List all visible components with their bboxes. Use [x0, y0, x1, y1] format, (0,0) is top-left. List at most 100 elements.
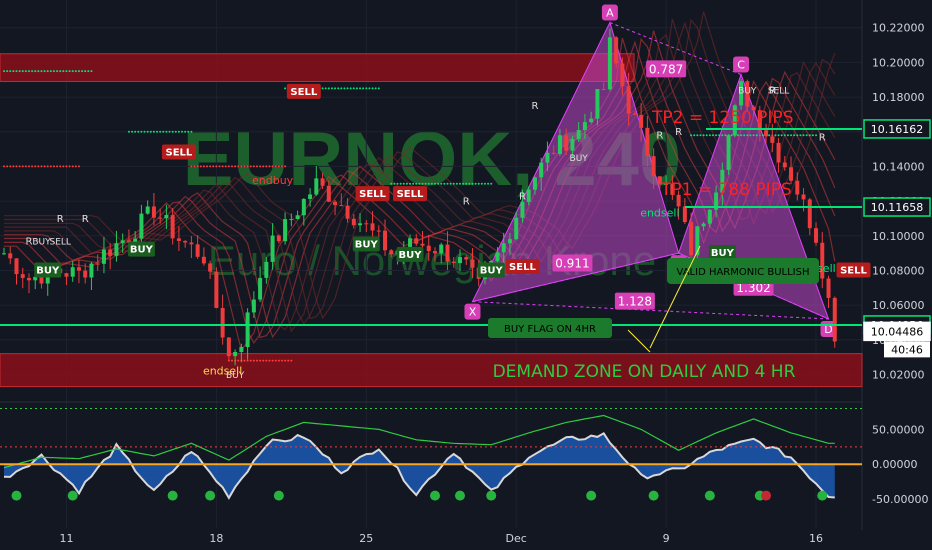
- ratio-label: 0.787: [649, 62, 683, 76]
- price-tick: 10.22000: [872, 22, 925, 35]
- minor-signal-label: BUY: [32, 237, 51, 247]
- stop-dot: [196, 165, 199, 168]
- stop-dot: [243, 359, 246, 362]
- stop-dot: [490, 182, 493, 185]
- candle-body: [233, 351, 238, 357]
- candle-body: [601, 89, 606, 91]
- stop-dot: [274, 359, 277, 362]
- point-c-label: C: [737, 59, 745, 72]
- stop-dot: [277, 165, 280, 168]
- stop-dot: [162, 130, 165, 133]
- stop-dot: [362, 87, 365, 90]
- candle-body: [682, 206, 687, 223]
- stop-dot: [12, 70, 15, 73]
- candle-body: [345, 205, 350, 219]
- stop-dot: [780, 134, 783, 137]
- stop-dot: [699, 134, 702, 137]
- stop-dot: [705, 134, 708, 137]
- stop-dot: [31, 70, 34, 73]
- candle-body: [264, 261, 269, 278]
- candle-body: [470, 259, 475, 268]
- eurnok-4h-chart[interactable]: EURNOK, 240 Euro / Norwegian Krone DEMAN…: [0, 0, 932, 550]
- candle-body: [276, 235, 281, 242]
- stop-dot: [77, 70, 80, 73]
- stop-dot: [81, 70, 84, 73]
- stop-dot: [46, 165, 49, 168]
- r-marker: R: [26, 236, 33, 247]
- stop-dot: [24, 70, 27, 73]
- stop-dot: [255, 359, 258, 362]
- buy-signal-label: BUY: [399, 250, 423, 261]
- stop-dot: [71, 70, 74, 73]
- stop-dot: [146, 130, 149, 133]
- candle-body: [251, 299, 256, 313]
- time-tick: 25: [359, 532, 373, 545]
- price-tick: 10.10000: [872, 230, 925, 243]
- stop-dot: [483, 182, 486, 185]
- tp2-label: TP2 = 1250 PIPS: [651, 108, 793, 128]
- stop-dot: [346, 87, 349, 90]
- stop-dot: [68, 70, 71, 73]
- stop-dot: [3, 165, 5, 168]
- stop-dot: [409, 182, 412, 185]
- stop-dot: [52, 70, 55, 73]
- stop-dot: [71, 165, 74, 168]
- candle-body: [145, 206, 150, 214]
- stop-dot: [262, 165, 265, 168]
- stop-dot: [761, 134, 764, 137]
- candle-body: [564, 135, 569, 151]
- candle-body: [14, 258, 19, 275]
- oscillator-star-marker: [704, 490, 715, 501]
- candle-body: [764, 130, 769, 137]
- price-tick: 10.20000: [872, 56, 925, 69]
- sell-signal-label: SELL: [359, 189, 386, 200]
- candle-body: [320, 178, 325, 186]
- stop-dot: [215, 165, 218, 168]
- candle-body: [289, 219, 294, 221]
- stop-dot: [443, 182, 446, 185]
- stop-dot: [65, 165, 68, 168]
- time-tick: 11: [59, 532, 73, 545]
- stop-dot: [736, 134, 739, 137]
- stop-dot: [811, 134, 814, 137]
- stop-dot: [287, 359, 290, 362]
- stop-dot: [56, 165, 59, 168]
- stop-dot: [284, 359, 287, 362]
- stop-dot: [15, 165, 18, 168]
- stop-dot: [168, 130, 171, 133]
- stop-dot: [27, 165, 30, 168]
- stop-dot: [462, 182, 465, 185]
- stop-dot: [477, 182, 480, 185]
- stop-dot: [255, 165, 258, 168]
- stop-dot: [808, 134, 811, 137]
- stop-dot: [799, 134, 802, 137]
- stop-dot: [427, 182, 430, 185]
- r-marker: R: [656, 131, 663, 142]
- stop-dot: [159, 130, 162, 133]
- stop-dot: [56, 70, 59, 73]
- oscillator-sell-marker: [761, 490, 772, 501]
- sell-signal-label: SELL: [509, 262, 536, 273]
- candle-body: [364, 223, 369, 225]
- candle-body: [726, 135, 731, 170]
- candle-body: [520, 201, 525, 218]
- stop-dot: [730, 134, 733, 137]
- stop-dot: [237, 165, 240, 168]
- candle-body: [464, 257, 469, 260]
- oscillator-star-marker: [454, 490, 465, 501]
- buy-signal-label: BUY: [130, 245, 154, 256]
- stop-dot: [259, 359, 262, 362]
- stop-dot: [18, 165, 21, 168]
- stop-dot: [783, 134, 786, 137]
- oscillator-star-marker: [273, 490, 284, 501]
- candle-body: [457, 257, 462, 264]
- stop-dot: [149, 130, 152, 133]
- candle-body: [370, 223, 375, 231]
- r-marker: R: [463, 197, 470, 208]
- candle-body: [214, 271, 219, 308]
- stop-dot: [718, 134, 721, 137]
- stop-dot: [415, 182, 418, 185]
- stop-dot: [412, 182, 415, 185]
- stop-dot: [271, 359, 274, 362]
- stop-dot: [221, 165, 224, 168]
